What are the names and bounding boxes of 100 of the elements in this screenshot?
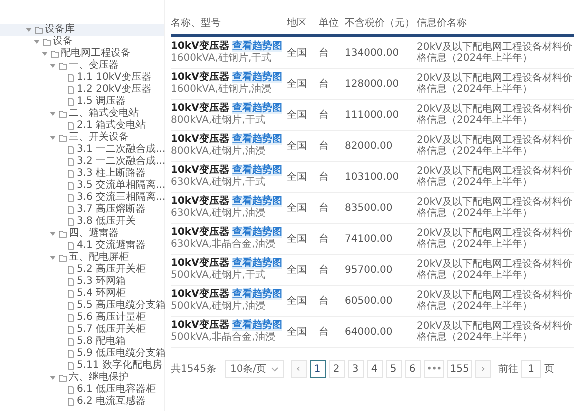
tree-item[interactable]: 配电网工程设备 xyxy=(61,48,131,60)
tree-item[interactable]: 3.8 低压开关 xyxy=(77,216,136,228)
tree-item[interactable]: 3.7 高压熔断器 xyxy=(77,204,146,216)
price-cell: 111000.00 xyxy=(345,110,400,120)
tree-item[interactable]: 六、继电保护 xyxy=(69,372,129,384)
folder-icon xyxy=(59,110,67,118)
product-spec: 630kVA,硅钢片,干式 xyxy=(171,177,266,189)
tree-item[interactable]: 3.1 一二次融合成... xyxy=(77,144,166,156)
page-size-select[interactable]: 10条/页 xyxy=(225,360,284,378)
product-name: 10kV变压器 xyxy=(171,289,230,300)
tree-item[interactable]: 三、开关设备 xyxy=(69,132,129,144)
tree-item[interactable]: 5.5 高压电缆分支箱 xyxy=(77,300,166,312)
page-button[interactable]: 155 xyxy=(447,360,472,378)
tree-item[interactable]: 1.1 10kV变压器 xyxy=(77,72,152,84)
tree-item[interactable]: 3.2 一二次融合成... xyxy=(77,156,166,168)
caret-icon[interactable] xyxy=(50,255,56,261)
caret-icon[interactable] xyxy=(50,111,56,117)
tree-item[interactable]: 四、避雷器 xyxy=(69,228,119,240)
caret-icon[interactable] xyxy=(50,63,56,69)
price-source-cell-text: 20kV及以下配电网工程设备材料价格信息（2024年上半年） xyxy=(417,259,574,281)
tree-item[interactable]: 一、变压器 xyxy=(69,60,119,72)
chevron-down-icon xyxy=(270,366,279,372)
trend-chart-link[interactable]: 查看趋势图 xyxy=(232,134,282,145)
trend-chart-link[interactable]: 查看趋势图 xyxy=(232,72,282,83)
page-button[interactable]: 1 xyxy=(310,360,326,378)
product-spec: 630kVA,非晶合金,油浸 xyxy=(171,239,276,251)
page-unit-label: 页 xyxy=(544,363,554,376)
tree-item[interactable]: 5.3 环网箱 xyxy=(77,276,126,288)
unit-cell-text: 台 xyxy=(319,264,329,277)
unit-cell-text: 台 xyxy=(319,108,329,122)
caret-icon[interactable] xyxy=(34,39,40,45)
tree-item[interactable]: 5.2 高压开关柜 xyxy=(77,264,146,276)
tree-item[interactable]: 5.7 低压开关柜 xyxy=(77,324,146,336)
price-cell: 60500.00 xyxy=(345,296,393,306)
tree-item[interactable]: 1.2 20kV变压器 xyxy=(77,84,152,96)
tree-item[interactable]: 5.8 配电箱 xyxy=(77,336,126,348)
trend-chart-link[interactable]: 查看趋势图 xyxy=(232,258,282,269)
tree-item[interactable]: 3.3 柱上断路器 xyxy=(77,168,146,180)
price-source-cell-text: 20kV及以下配电网工程设备材料价格信息（2024年上半年） xyxy=(417,166,574,188)
tree-item[interactable]: 五、配电屏柜 xyxy=(69,252,129,264)
tree-item[interactable]: 4.1 交流避雷器 xyxy=(77,240,146,252)
trend-chart-link[interactable]: 查看趋势图 xyxy=(232,320,282,331)
product-spec: 1600kVA,硅钢片,干式 xyxy=(171,53,272,65)
price-source-cell-text: 20kV及以下配电网工程设备材料价格信息（2024年上半年） xyxy=(417,228,574,250)
trend-chart-link[interactable]: 查看趋势图 xyxy=(232,227,282,238)
price-cell: 64000.00 xyxy=(345,326,393,338)
price-source-cell-text: 20kV及以下配电网工程设备材料价格信息（2024年上半年） xyxy=(417,290,574,312)
trend-chart-link[interactable]: 查看趋势图 xyxy=(232,196,282,207)
trend-chart-link[interactable]: 查看趋势图 xyxy=(232,41,282,52)
tree-item[interactable]: 二、箱式变电站 xyxy=(69,108,139,120)
page-button[interactable]: 2 xyxy=(328,360,345,378)
file-icon xyxy=(67,242,75,250)
column-header: 单位 xyxy=(319,16,340,31)
caret-icon[interactable] xyxy=(50,231,56,237)
page-button[interactable]: 4 xyxy=(366,360,383,378)
unit-cell-text: 台 xyxy=(319,140,329,153)
tree-item[interactable]: 5.6 高压计量柜 xyxy=(77,312,146,324)
unit-cell-text: 台 xyxy=(319,46,329,60)
tree-item[interactable]: 3.5 交流单相隔离... xyxy=(77,180,166,192)
tree-item[interactable]: 5.4 环网柜 xyxy=(77,288,126,300)
price-source-cell-text: 20kV及以下配电网工程设备材料价格信息（2024年上半年） xyxy=(417,73,574,95)
more-pages-button[interactable]: ••• xyxy=(424,360,444,378)
product-spec: 500kVA,硅钢片,干式 xyxy=(171,270,266,282)
product-name: 10kV变压器 xyxy=(171,258,230,269)
tree-item[interactable]: 2.1 箱式变电站 xyxy=(77,120,146,132)
region-cell-text: 全国 xyxy=(287,78,307,91)
region-cell-text: 全国 xyxy=(287,326,307,339)
trend-chart-link[interactable]: 查看趋势图 xyxy=(232,289,282,300)
unit-cell-text: 台 xyxy=(319,170,329,184)
tree-item[interactable]: 6.1 低压电容器柜 xyxy=(77,384,156,396)
column-header: 信息价名称 xyxy=(417,16,468,31)
product-spec: 800kVA,硅钢片,干式 xyxy=(171,115,266,127)
page-number-field[interactable]: 1 xyxy=(521,360,542,378)
tree-item[interactable]: 设备库 xyxy=(45,24,75,36)
page-button[interactable]: 3 xyxy=(348,360,364,378)
trend-chart-link[interactable]: 查看趋势图 xyxy=(232,103,282,114)
page-button[interactable]: 5 xyxy=(386,360,402,378)
tree-item[interactable]: 5.9 低压电缆分支箱 xyxy=(77,348,166,360)
product-name: 10kV变压器 xyxy=(171,165,230,176)
region-cell-text: 全国 xyxy=(287,47,307,60)
tree-item[interactable]: 5.11 数字化配电房 xyxy=(77,360,162,372)
caret-icon[interactable] xyxy=(50,135,56,141)
price-cell: 95700.00 xyxy=(345,264,393,276)
caret-icon[interactable] xyxy=(26,27,32,33)
product-spec: 500kVA,硅钢片,油浸 xyxy=(171,301,266,313)
folder-icon xyxy=(59,134,67,142)
caret-icon[interactable] xyxy=(42,51,48,57)
product-spec: 800kVA,硅钢片,油浸 xyxy=(171,146,266,158)
folder-icon xyxy=(59,374,67,382)
product-spec: 630kVA,硅钢片,油浸 xyxy=(171,208,266,220)
total-count: 共1545条 xyxy=(171,362,216,376)
price-source-cell-text: 20kV及以下配电网工程设备材料价格信息（2024年上半年） xyxy=(417,135,574,157)
tree-item[interactable]: 1.5 调压器 xyxy=(77,96,126,108)
trend-chart-link[interactable]: 查看趋势图 xyxy=(232,165,282,176)
tree-item[interactable]: 6.2 电流互感器 xyxy=(77,396,146,408)
page-button[interactable]: 6 xyxy=(404,360,421,378)
tree-item[interactable]: 设备 xyxy=(53,36,73,48)
caret-icon[interactable] xyxy=(50,375,56,381)
product-name: 10kV变压器 xyxy=(171,227,230,238)
tree-item[interactable]: 3.6 交流三相隔离... xyxy=(77,192,166,204)
